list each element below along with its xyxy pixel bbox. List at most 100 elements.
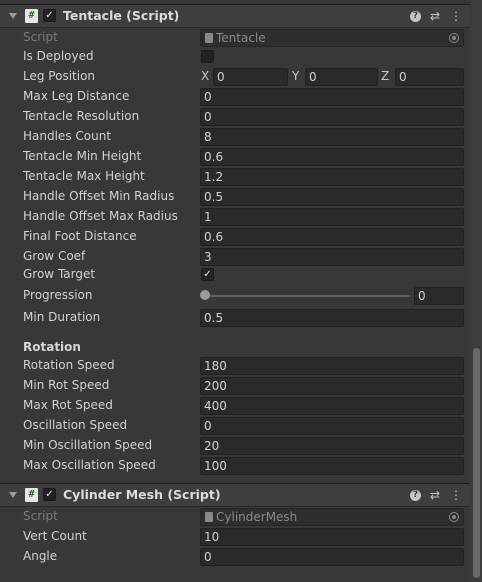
x-axis-label[interactable]: X — [201, 69, 209, 83]
presets-icon[interactable]: ⇄ — [428, 8, 442, 24]
max-oscillation-speed-row: Max Oscillation Speed 100 — [0, 456, 470, 476]
handles-count-row: Handles Count 8 — [0, 127, 470, 147]
field-label: Min Duration — [23, 310, 101, 324]
grow-coef-field[interactable]: 3 — [200, 248, 464, 266]
tentacle-max-height-field[interactable]: 1.2 — [200, 168, 464, 186]
field-label: Grow Coef — [23, 249, 86, 263]
cylinder-mesh-enabled-checkbox[interactable]: ✓ — [43, 488, 56, 501]
tentacle-resolution-row: Tentacle Resolution 0 — [0, 107, 470, 127]
min-oscillation-speed-row: Min Oscillation Speed 20 — [0, 436, 470, 456]
field-label: Vert Count — [23, 529, 87, 543]
grow-coef-row: Grow Coef 3 — [0, 247, 470, 267]
script-value: Tentacle — [216, 31, 266, 45]
field-label: Max Oscillation Speed — [23, 458, 156, 472]
script-value: CylinderMesh — [216, 510, 298, 524]
min-duration-row: Min Duration 0.5 — [0, 308, 470, 328]
component-menu-icon[interactable]: ⋮ — [449, 8, 463, 24]
is-deployed-checkbox[interactable] — [201, 50, 214, 63]
rotation-header-label: Rotation — [23, 340, 81, 354]
field-label: Max Leg Distance — [23, 89, 130, 103]
presets-icon[interactable]: ⇄ — [428, 487, 442, 503]
cylinder-script-row: Script CylinderMesh — [0, 507, 470, 527]
field-label: Handle Offset Min Radius — [23, 189, 175, 203]
max-leg-distance-row: Max Leg Distance 0 — [0, 87, 470, 107]
final-foot-distance-field[interactable]: 0.6 — [200, 228, 464, 246]
script-file-icon — [205, 512, 213, 522]
script-object-field[interactable]: Tentacle — [200, 29, 464, 47]
script-label: Script — [23, 509, 58, 523]
progression-slider-track[interactable] — [204, 295, 410, 297]
field-label: Grow Target — [23, 267, 96, 281]
final-foot-distance-row: Final Foot Distance 0.6 — [0, 227, 470, 247]
script-file-icon — [205, 33, 213, 43]
min-oscillation-speed-field[interactable]: 20 — [200, 437, 464, 455]
field-label: Leg Position — [23, 69, 96, 83]
foldout-arrow-icon[interactable] — [9, 13, 17, 19]
cylinder-script-object-field[interactable]: CylinderMesh — [200, 508, 464, 526]
tentacle-min-height-row: Tentacle Min Height 0.6 — [0, 147, 470, 167]
script-label: Script — [23, 30, 58, 44]
cylinder-mesh-component-title: Cylinder Mesh (Script) — [63, 487, 221, 502]
help-icon[interactable]: ? — [410, 490, 421, 501]
component-menu-icon[interactable]: ⋮ — [449, 487, 463, 503]
vert-count-row: Vert Count 10 — [0, 527, 470, 547]
field-label: Rotation Speed — [23, 358, 115, 372]
max-rot-speed-row: Max Rot Speed 400 — [0, 396, 470, 416]
handles-count-field[interactable]: 8 — [200, 128, 464, 146]
tentacle-resolution-field[interactable]: 0 — [200, 108, 464, 126]
leg-position-x-field[interactable]: 0 — [213, 68, 288, 86]
field-label: Max Rot Speed — [23, 398, 113, 412]
tentacle-min-height-field[interactable]: 0.6 — [200, 148, 464, 166]
max-oscillation-speed-field[interactable]: 100 — [200, 457, 464, 475]
tentacle-component-header[interactable]: # ✓ Tentacle (Script) ? ⇄ ⋮ — [0, 4, 470, 28]
field-label: Angle — [23, 549, 58, 563]
object-picker-icon[interactable] — [449, 512, 459, 522]
rotation-speed-row: Rotation Speed 180 — [0, 356, 470, 376]
help-icon[interactable]: ? — [410, 11, 421, 22]
z-axis-label[interactable]: Z — [381, 69, 389, 83]
field-label: Min Oscillation Speed — [23, 438, 153, 452]
grow-target-checkbox[interactable]: ✓ — [201, 268, 214, 281]
leg-position-y-field[interactable]: 0 — [305, 68, 378, 86]
max-leg-distance-field[interactable]: 0 — [200, 88, 464, 106]
handle-offset-max-radius-row: Handle Offset Max Radius 1 — [0, 207, 470, 227]
rotation-section-header: Rotation — [0, 338, 470, 358]
field-label: Handles Count — [23, 129, 112, 143]
field-label: Handle Offset Max Radius — [23, 209, 178, 223]
scrollbar-thumb[interactable] — [473, 348, 480, 578]
grow-target-row: Grow Target ✓ — [0, 265, 470, 285]
progression-value-field[interactable]: 0 — [414, 287, 464, 305]
leg-position-z-field[interactable]: 0 — [395, 68, 464, 86]
angle-field[interactable]: 0 — [200, 548, 464, 566]
tentacle-enabled-checkbox[interactable]: ✓ — [43, 9, 56, 22]
min-rot-speed-row: Min Rot Speed 200 — [0, 376, 470, 396]
script-icon: # — [25, 9, 38, 23]
script-row: Script Tentacle — [0, 28, 470, 48]
min-duration-field[interactable]: 0.5 — [200, 309, 464, 327]
y-axis-label[interactable]: Y — [292, 69, 299, 83]
handle-offset-max-radius-field[interactable]: 1 — [200, 208, 464, 226]
oscillation-speed-row: Oscillation Speed 0 — [0, 416, 470, 436]
field-label: Progression — [23, 288, 93, 302]
field-label: Is Deployed — [23, 49, 94, 63]
field-label: Tentacle Min Height — [23, 149, 142, 163]
max-rot-speed-field[interactable]: 400 — [200, 397, 464, 415]
object-picker-icon[interactable] — [449, 33, 459, 43]
handle-offset-min-radius-field[interactable]: 0.5 — [200, 188, 464, 206]
vert-count-field[interactable]: 10 — [200, 528, 464, 546]
progression-slider-thumb[interactable] — [200, 290, 210, 300]
field-label: Tentacle Resolution — [23, 109, 140, 123]
cylinder-mesh-component-header[interactable]: # ✓ Cylinder Mesh (Script) ? ⇄ ⋮ — [0, 483, 470, 507]
inspector-scrollbar[interactable] — [471, 0, 482, 582]
rotation-speed-field[interactable]: 180 — [200, 357, 464, 375]
tentacle-max-height-row: Tentacle Max Height 1.2 — [0, 167, 470, 187]
oscillation-speed-field[interactable]: 0 — [200, 417, 464, 435]
leg-position-row: Leg Position X 0 Y 0 Z 0 — [0, 67, 470, 87]
field-label: Tentacle Max Height — [23, 169, 145, 183]
angle-row: Angle 0 — [0, 547, 470, 567]
progression-row: Progression 0 — [0, 286, 470, 306]
min-rot-speed-field[interactable]: 200 — [200, 377, 464, 395]
inspector-panel: # ✓ Tentacle (Script) ? ⇄ ⋮ Script Tenta… — [0, 0, 470, 582]
is-deployed-row: Is Deployed — [0, 47, 470, 67]
foldout-arrow-icon[interactable] — [9, 492, 17, 498]
